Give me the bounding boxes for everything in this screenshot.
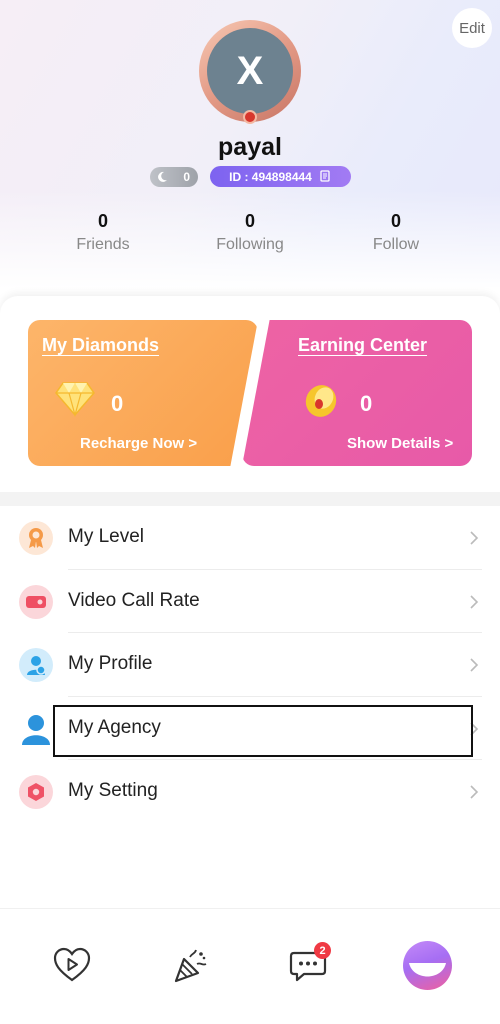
selection-highlight-box (53, 705, 473, 757)
tab-me[interactable] (403, 941, 452, 990)
earning-center-title[interactable]: Earning Center (298, 335, 427, 356)
menu-item-video-call-rate[interactable]: Video Call Rate (0, 570, 500, 633)
menu-item-label: My Profile (68, 653, 153, 674)
video-call-icon (19, 584, 53, 619)
menu-item-label: My Level (68, 526, 145, 547)
stat-label: Follow (372, 236, 420, 253)
user-id-badge[interactable]: ID : 494898444 (210, 166, 351, 187)
stat-label: Following (216, 236, 284, 253)
my-diamonds-title[interactable]: My Diamonds (42, 335, 159, 356)
earning-value: 0 (360, 391, 373, 416)
messages-badge: 2 (314, 942, 331, 959)
heart-play-icon (53, 947, 91, 982)
agency-person-icon (19, 712, 53, 746)
stat-value: 0 (390, 211, 401, 231)
username: payal (218, 133, 282, 161)
level-medal-icon (19, 521, 53, 555)
stat-friends[interactable]: 0 Friends (43, 210, 163, 254)
menu-item-my-profile[interactable]: My Profile (0, 633, 500, 697)
chevron-right-icon (470, 658, 479, 672)
moon-level-badge: 0 (150, 167, 198, 187)
stat-following[interactable]: 0 Following (190, 210, 310, 254)
party-popper-icon (174, 949, 207, 983)
me-smile-icon (409, 963, 446, 977)
moon-level-value: 0 (183, 170, 190, 184)
tab-heart-play[interactable] (44, 937, 100, 993)
section-divider (0, 492, 500, 506)
stat-value: 0 (244, 211, 255, 231)
settings-menu: My Level Video Call Rate My Profile My A… (0, 506, 500, 824)
stat-follow[interactable]: 0 Follow (336, 210, 456, 254)
menu-item-label: Video Call Rate (68, 589, 200, 611)
avatar-frame[interactable]: X (199, 20, 301, 122)
chevron-right-icon (470, 785, 479, 799)
diamonds-value: 0 (111, 391, 124, 416)
stat-label: Friends (76, 236, 130, 253)
chevron-right-icon (470, 594, 479, 609)
avatar-frame-gem (243, 110, 257, 124)
bean-coin-icon (305, 385, 337, 417)
avatar: X (207, 28, 293, 114)
stat-value: 0 (97, 211, 108, 231)
menu-item-label: My Setting (68, 780, 158, 801)
copy-icon[interactable] (320, 170, 332, 183)
settings-icon (19, 775, 53, 809)
profile-stats: 0 Friends 0 Following 0 Follow (0, 210, 500, 260)
user-id-text: ID : 494898444 (229, 169, 312, 184)
show-details-link[interactable]: Show Details > (347, 435, 453, 452)
menu-item-my-level[interactable]: My Level (0, 506, 500, 570)
profile-icon (19, 648, 53, 682)
menu-item-my-setting[interactable]: My Setting (0, 760, 500, 824)
chevron-right-icon (470, 531, 479, 545)
edit-button[interactable]: Edit (452, 8, 492, 48)
recharge-now-link[interactable]: Recharge Now > (80, 435, 197, 452)
tab-party[interactable] (162, 937, 218, 993)
diamond-icon (55, 382, 95, 417)
moon-icon (158, 171, 167, 182)
